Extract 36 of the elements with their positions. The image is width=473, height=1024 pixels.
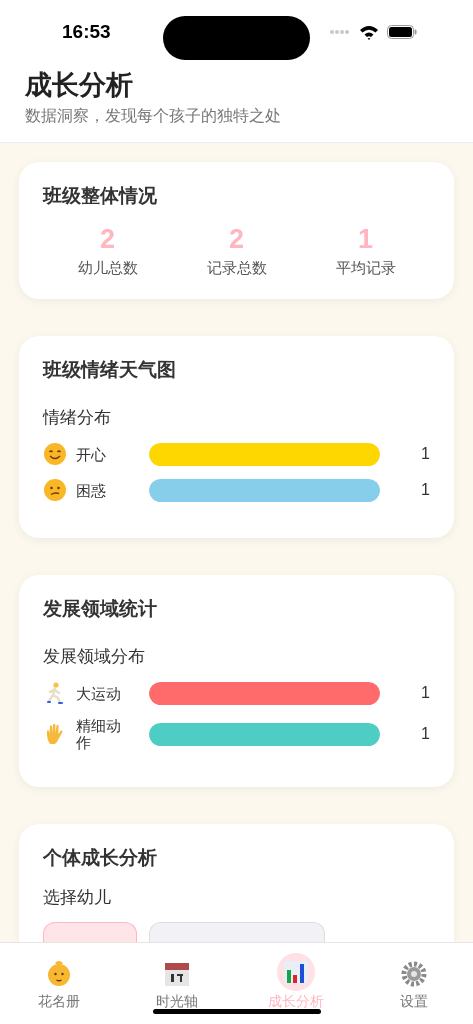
row-count: 1: [420, 444, 430, 464]
page-title: 成长分析: [25, 69, 134, 102]
bar-chart-icon: [281, 958, 310, 986]
card-title: 发展领域统计: [43, 597, 158, 621]
stat-label: 记录总数: [206, 257, 267, 278]
stat-value: 2: [100, 222, 115, 255]
signal-icon: [329, 29, 351, 35]
card-title: 个体成长分析: [43, 846, 158, 870]
row-label: 精细动作: [76, 717, 122, 751]
page-subtitle: 数据洞察，发现每个孩子的独特之处: [25, 106, 282, 126]
card-title: 班级整体情况: [43, 184, 158, 208]
section-label: 选择幼儿: [43, 886, 112, 909]
wifi-icon: [359, 24, 379, 40]
row-count: 1: [420, 724, 430, 744]
tab-item[interactable]: 设置: [354, 957, 473, 1024]
section-label: 情绪分布: [43, 406, 112, 429]
stat-value: 2: [229, 222, 244, 255]
battery-icon: [387, 25, 417, 39]
card-title: 班级情绪天气图: [43, 358, 177, 382]
settings-icon: [399, 960, 428, 988]
row-count: 1: [420, 683, 430, 703]
row-count: 1: [420, 480, 430, 500]
tab-item[interactable]: 花名册: [0, 957, 119, 1024]
stat-label: 幼儿总数: [77, 257, 138, 278]
row-label: 困惑: [76, 481, 107, 499]
row-label: 大运动: [76, 684, 122, 702]
status-time: 16:53: [62, 19, 111, 44]
stat-value: 1: [358, 222, 373, 255]
calendar-icon: [163, 960, 192, 988]
child-chip[interactable]: [149, 922, 325, 942]
child-chip[interactable]: [43, 922, 137, 942]
smiling-face-icon: [43, 442, 67, 466]
row-label: 开心: [76, 445, 107, 463]
section-label: 发展领域分布: [43, 645, 146, 668]
confused-face-icon: [43, 478, 67, 502]
stat-label: 平均记录: [335, 257, 396, 278]
